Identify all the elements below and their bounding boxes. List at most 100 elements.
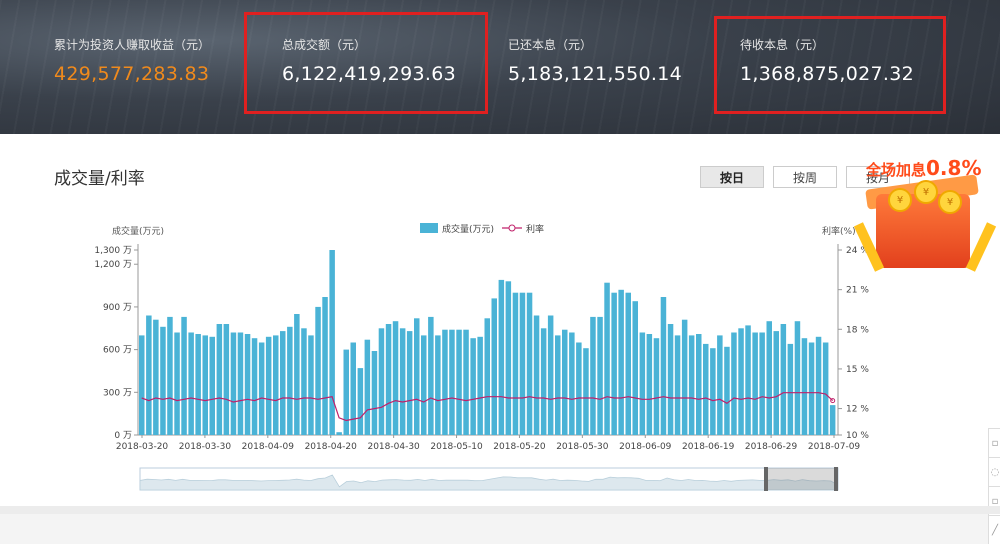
- volume-bar: [745, 325, 751, 435]
- side-tool-icon[interactable]: ◌: [988, 457, 1000, 486]
- volume-bar: [625, 292, 631, 435]
- x-tick-label: 2018-05-10: [430, 442, 483, 452]
- volume-bar: [280, 331, 286, 435]
- volume-bars: [139, 250, 836, 435]
- volume-bar: [477, 336, 483, 435]
- right-tick-label: 12 %: [846, 405, 869, 415]
- right-tick-label: 21 %: [846, 286, 869, 296]
- volume-bar: [428, 316, 434, 435]
- promo-label: 全场加息: [866, 161, 927, 179]
- coin-icon: ¥: [888, 188, 912, 212]
- x-tick-label: 2018-06-09: [619, 442, 672, 452]
- stat-label: 累计为投资人赚取收益（元）: [54, 38, 211, 52]
- volume-bar: [392, 321, 399, 435]
- volume-bar: [251, 338, 258, 435]
- coin-icon: ¥: [938, 190, 962, 214]
- page-footer-strip: [0, 506, 1000, 514]
- right-axis-title: 利率(%): [822, 225, 856, 237]
- volume-bar: [526, 292, 533, 435]
- volume-bar: [688, 335, 695, 435]
- volume-bar: [618, 289, 624, 435]
- promo-badge[interactable]: 全场加息0.8% ¥ ¥ ¥: [853, 150, 1000, 275]
- volume-bar: [385, 324, 392, 435]
- stats-banner: 累计为投资人赚取收益（元） 429,577,283.83 总成交额（元） 6,1…: [0, 0, 1000, 134]
- x-tick-label: 2018-03-20: [116, 442, 169, 452]
- volume-bar: [244, 334, 251, 435]
- x-tick-label: 2018-03-30: [179, 442, 232, 452]
- range-slider-handle-left[interactable]: [764, 467, 768, 491]
- x-tick-label: 2018-04-30: [367, 442, 420, 452]
- volume-bar: [822, 342, 829, 435]
- volume-bar: [667, 324, 674, 435]
- volume-bar: [646, 334, 653, 435]
- ribbon-icon: [965, 222, 997, 272]
- volume-bar: [139, 335, 145, 435]
- volume-bar: [357, 368, 364, 435]
- volume-bar: [364, 339, 371, 435]
- volume-bar: [174, 332, 180, 435]
- chart-panel: 成交量/利率 按日 按周 按月 0 万 300 万 600 万 900 万 1,200 …: [0, 134, 1000, 544]
- legend-rate-marker: [508, 224, 516, 232]
- volume-bar: [639, 332, 646, 435]
- left-tick-label: 300 万: [103, 388, 132, 398]
- left-tick-label: 900 万: [103, 303, 132, 313]
- volume-bar: [780, 324, 787, 435]
- volume-bar: [731, 332, 737, 435]
- right-tick-label: 15 %: [846, 365, 869, 375]
- volume-bar: [350, 342, 356, 435]
- right-tick-label: 10 %: [846, 431, 869, 441]
- volume-bar: [562, 329, 568, 435]
- volume-bar: [209, 336, 215, 435]
- stat-value: 429,577,283.83: [54, 63, 210, 85]
- volume-bar: [808, 342, 815, 435]
- volume-bar: [498, 279, 505, 435]
- range-slider-selection[interactable]: [766, 468, 838, 490]
- volume-bar: [421, 335, 427, 435]
- stat-value: 5,183,121,550.14: [508, 63, 683, 85]
- volume-bar: [801, 338, 808, 435]
- highlight-box: [244, 12, 488, 114]
- volume-bar: [273, 335, 279, 435]
- volume-bar: [287, 326, 293, 435]
- volume-bar: [505, 281, 512, 435]
- stat-investor-earnings: 累计为投资人赚取收益（元） 429,577,283.83: [54, 36, 210, 85]
- volume-bar: [759, 332, 765, 435]
- volume-bar: [703, 343, 709, 435]
- side-tool-icon[interactable]: ╱: [988, 515, 1000, 544]
- volume-bar: [378, 328, 385, 435]
- volume-bar: [491, 298, 497, 435]
- volume-bar: [547, 315, 554, 435]
- highlight-box: [714, 16, 946, 114]
- volume-bar: [237, 332, 244, 435]
- x-tick-label: 2018-05-30: [556, 442, 609, 452]
- volume-bar: [674, 335, 681, 435]
- volume-bar: [463, 329, 469, 435]
- volume-bar: [329, 250, 335, 435]
- volume-bar: [442, 329, 448, 435]
- stat-label: 已还本息（元）: [508, 38, 593, 52]
- volume-bar: [696, 334, 702, 435]
- legend-rate-label: 利率: [526, 223, 544, 235]
- range-slider-handle-right[interactable]: [834, 467, 838, 491]
- volume-bar: [611, 292, 617, 435]
- volume-bar: [258, 342, 265, 435]
- volume-bar: [829, 405, 836, 435]
- volume-bar: [794, 321, 801, 435]
- side-tool-icon[interactable]: ▫: [988, 428, 1000, 457]
- volume-rate-chart: 0 万 300 万 600 万 900 万 1,200 万 1,300 万 10 % 12 %…: [94, 223, 869, 491]
- legend-volume-label: 成交量(万元): [442, 223, 494, 235]
- volume-bar: [815, 336, 822, 435]
- volume-bar: [576, 342, 582, 435]
- volume-bar: [738, 328, 744, 435]
- left-tick-label: 1,200 万: [94, 260, 132, 270]
- left-axis-title: 成交量(万元): [112, 225, 164, 237]
- volume-bar: [301, 328, 307, 435]
- volume-bar: [315, 306, 321, 435]
- volume-bar: [435, 335, 441, 435]
- volume-bar: [153, 319, 159, 435]
- left-tick-label: 0 万: [114, 431, 132, 441]
- volume-bar: [146, 315, 152, 435]
- volume-bar: [202, 335, 208, 435]
- volume-bar: [181, 316, 187, 435]
- volume-bar: [632, 301, 638, 435]
